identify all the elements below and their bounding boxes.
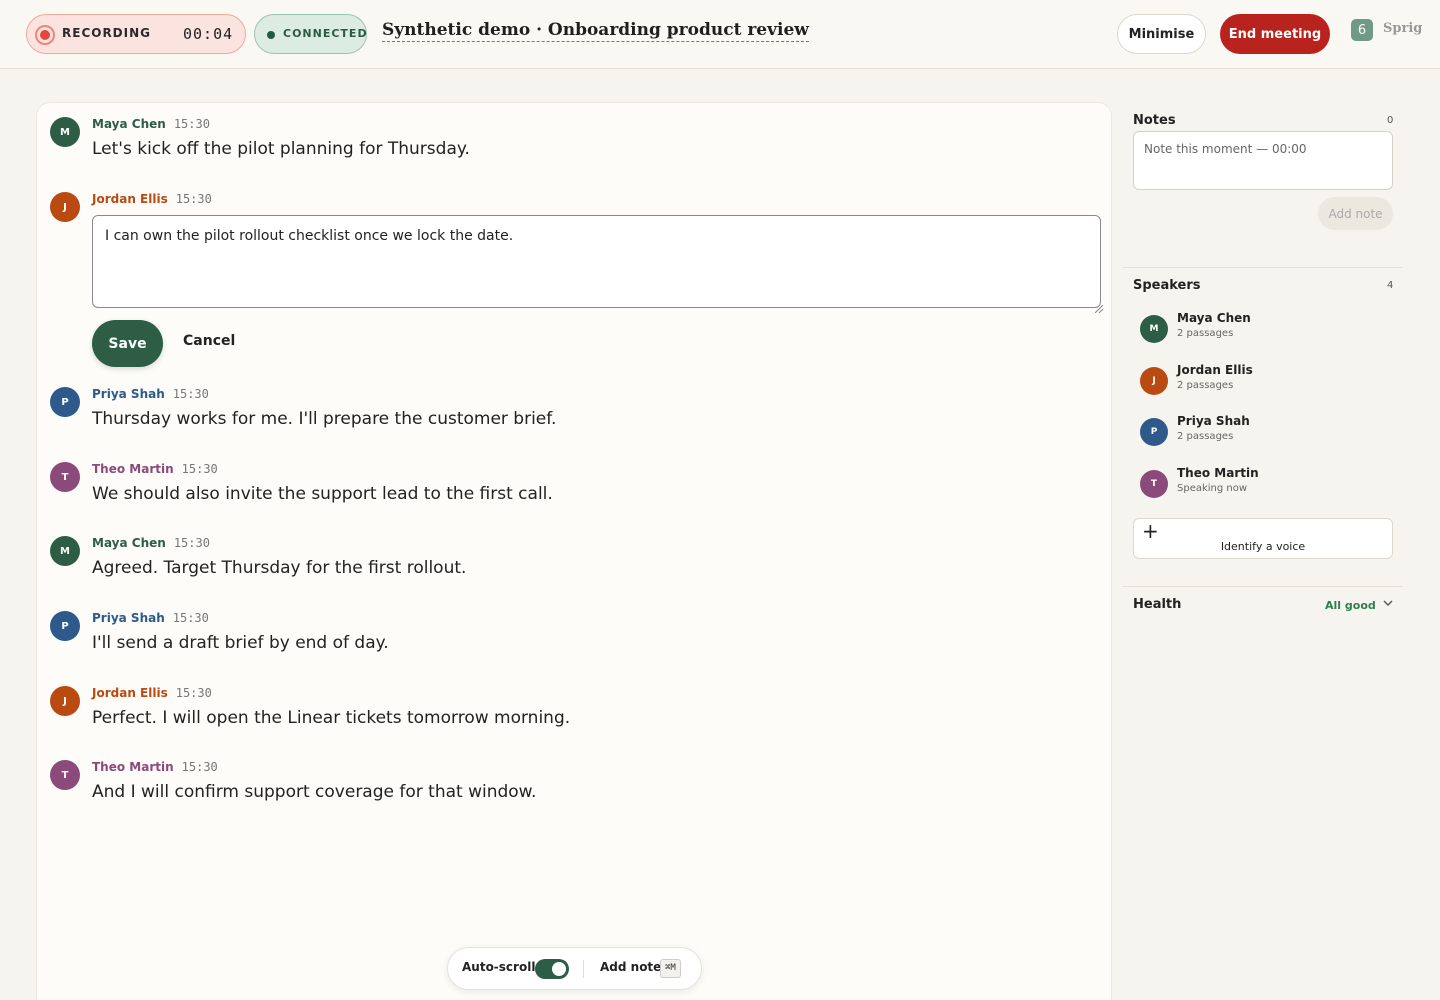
timestamp: 15:30 xyxy=(175,686,212,700)
speaker-name: Priya Shah 15:30 xyxy=(92,387,209,401)
avatar: M xyxy=(1140,315,1168,343)
add-note-submit-button[interactable]: Add note xyxy=(1318,197,1393,230)
notes-heading: Notes xyxy=(1133,113,1176,128)
speakers-count: 4 xyxy=(1387,280,1394,291)
divider xyxy=(1123,267,1403,268)
speaker-name: Theo Martin 15:30 xyxy=(92,462,218,476)
transcript-text: I'll send a draft brief by end of day. xyxy=(92,633,389,653)
meeting-title[interactable]: Synthetic demo · Onboarding product revi… xyxy=(382,20,809,42)
speaker-passages: 2 passages xyxy=(1177,431,1234,442)
avatar: M xyxy=(50,117,80,147)
add-note-button[interactable]: Add note xyxy=(600,960,661,974)
speaker-status: Speaking now xyxy=(1177,483,1248,494)
speaker-item[interactable]: T Theo Martin Speaking now xyxy=(1140,466,1390,500)
avatar: P xyxy=(1140,418,1168,446)
speaker-name: Priya Shah 15:30 xyxy=(92,611,209,625)
record-icon xyxy=(35,25,55,45)
transcript-text: Perfect. I will open the Linear tickets … xyxy=(92,708,571,728)
avatar: M xyxy=(50,536,80,566)
transcript-panel[interactable]: M Maya Chen 15:30 Let's kick off the pilo… xyxy=(36,102,1112,1000)
brand-logo-icon: 6 xyxy=(1351,19,1373,41)
connection-status: CONNECTED xyxy=(254,14,367,54)
speaker-name: Jordan Ellis xyxy=(1177,363,1253,377)
timestamp: 15:30 xyxy=(181,462,218,476)
timestamp: 15:30 xyxy=(173,536,210,550)
end-meeting-button[interactable]: End meeting xyxy=(1220,14,1330,54)
avatar: T xyxy=(50,760,80,790)
avatar: J xyxy=(1140,367,1168,395)
recording-label: RECORDING xyxy=(62,26,152,40)
speaker-passages: 2 passages xyxy=(1177,328,1234,339)
top-bar: RECORDING 00:04 CONNECTED Synthetic demo… xyxy=(0,0,1440,69)
avatar: J xyxy=(50,192,80,222)
brand-name: Sprig xyxy=(1383,21,1423,36)
identify-voice-button[interactable]: + Identify a voice xyxy=(1133,518,1393,559)
avatar: P xyxy=(50,387,80,417)
connection-label: CONNECTED xyxy=(283,27,368,40)
shortcut-hint: ⌘M xyxy=(660,959,681,978)
speaker-name: Jordan Ellis 15:30 xyxy=(92,686,212,700)
status-dot-icon xyxy=(267,31,275,39)
speaker-passages: 2 passages xyxy=(1177,380,1234,391)
timestamp: 15:30 xyxy=(175,192,212,206)
timestamp: 15:30 xyxy=(172,611,209,625)
speaker-name: Theo Martin 15:30 xyxy=(92,760,218,774)
autoscroll-label: Auto-scroll xyxy=(462,960,536,974)
health-heading[interactable]: Health xyxy=(1133,597,1181,612)
resize-grip-icon[interactable] xyxy=(1094,298,1104,314)
transcript-toolbar: Auto-scroll Add note ⌘M xyxy=(447,947,702,990)
speaker-name: Priya Shah xyxy=(1177,414,1250,428)
speaker-name: Maya Chen 15:30 xyxy=(92,117,210,131)
autoscroll-toggle[interactable] xyxy=(535,959,569,979)
speaker-item[interactable]: P Priya Shah 2 passages xyxy=(1140,414,1390,448)
toolbar-divider xyxy=(583,960,584,978)
edit-transcript-textarea[interactable]: I can own the pilot rollout checklist on… xyxy=(92,215,1101,308)
divider xyxy=(1123,586,1403,587)
speaker-item[interactable]: M Maya Chen 2 passages xyxy=(1140,311,1390,345)
transcript-text: Thursday works for me. I'll prepare the … xyxy=(92,409,557,429)
speakers-heading: Speakers xyxy=(1133,278,1201,293)
timestamp: 15:30 xyxy=(172,387,209,401)
speaker-name: Jordan Ellis 15:30 xyxy=(92,192,212,206)
health-status: All good xyxy=(1325,599,1376,612)
speaker-name: Maya Chen xyxy=(1177,311,1251,325)
timestamp: 15:30 xyxy=(181,760,218,774)
identify-voice-label: Identify a voice xyxy=(1220,540,1306,553)
save-button[interactable]: Save xyxy=(92,320,163,367)
minimise-button[interactable]: Minimise xyxy=(1117,14,1206,54)
avatar: J xyxy=(50,686,80,716)
transcript-text: And I will confirm support coverage for … xyxy=(92,782,537,802)
avatar: T xyxy=(50,462,80,492)
notes-count: 0 xyxy=(1387,115,1394,126)
chevron-down-icon[interactable] xyxy=(1382,597,1394,612)
transcript-text: Let's kick off the pilot planning for Th… xyxy=(92,139,470,159)
avatar: P xyxy=(50,611,80,641)
speaker-name: Theo Martin xyxy=(1177,466,1259,480)
speaker-item[interactable]: J Jordan Ellis 2 passages xyxy=(1140,363,1390,397)
timestamp: 15:30 xyxy=(173,117,210,131)
recording-timer: 00:04 xyxy=(183,25,234,43)
cancel-button[interactable]: Cancel xyxy=(183,333,235,349)
avatar: T xyxy=(1140,470,1168,498)
transcript-text: We should also invite the support lead t… xyxy=(92,484,553,504)
speaker-name: Maya Chen 15:30 xyxy=(92,536,210,550)
note-input[interactable] xyxy=(1133,131,1393,190)
recording-indicator: RECORDING 00:04 xyxy=(26,14,246,54)
transcript-text: Agreed. Target Thursday for the first ro… xyxy=(92,558,467,578)
